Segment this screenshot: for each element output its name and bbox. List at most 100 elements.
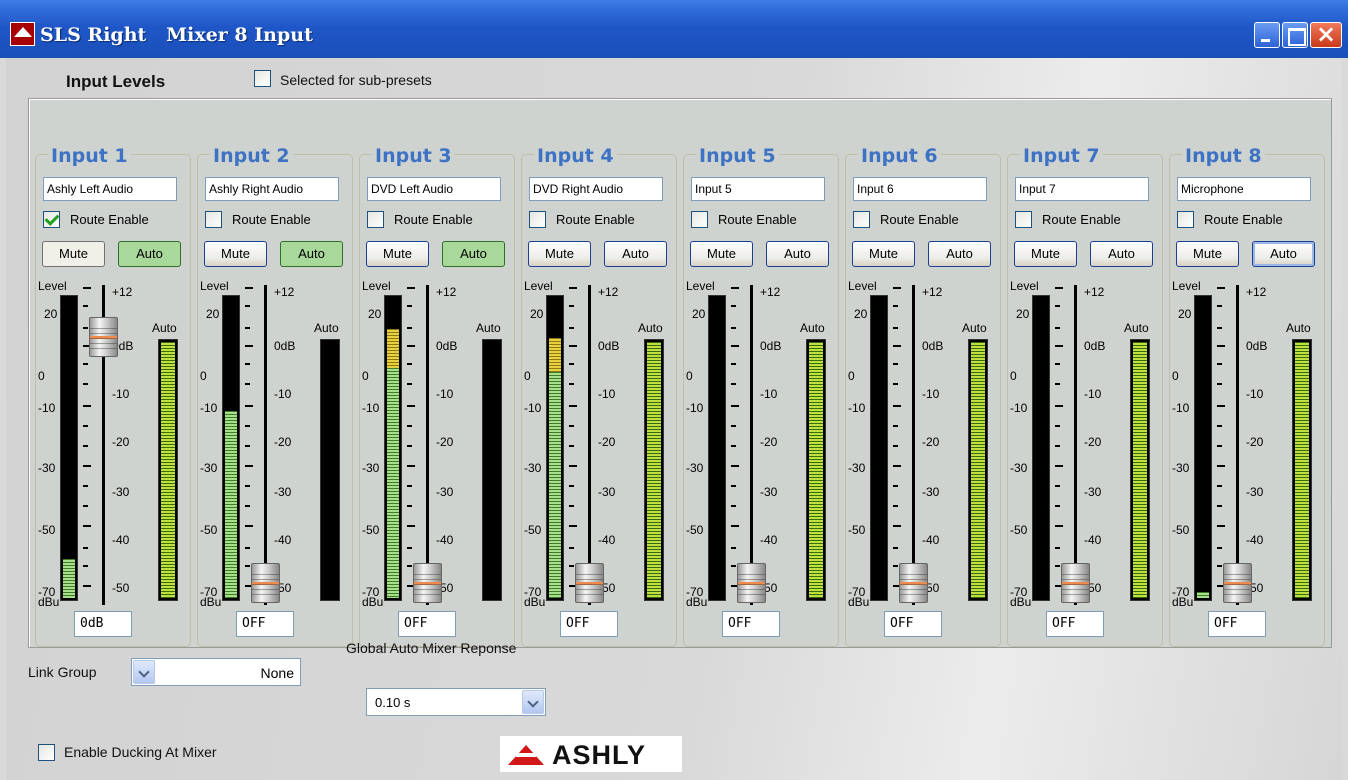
- auto-gain-meter: [1130, 339, 1150, 601]
- fader-tick: [731, 327, 736, 329]
- input-name-field[interactable]: Ashly Right Audio: [205, 177, 339, 201]
- route-enable-checkbox[interactable]: [853, 211, 870, 228]
- auto-button[interactable]: Auto: [1090, 241, 1153, 267]
- route-enable-checkbox[interactable]: [529, 211, 546, 228]
- fader-tick: [83, 505, 88, 507]
- fader-tick: [1055, 547, 1060, 549]
- route-enable-label: Route Enable: [232, 212, 311, 227]
- fader-track[interactable]: [588, 285, 591, 605]
- mute-button[interactable]: Mute: [204, 241, 267, 267]
- auto-button[interactable]: Auto: [442, 241, 505, 267]
- fader-track[interactable]: [264, 285, 267, 605]
- input-name-field[interactable]: Input 7: [1015, 177, 1149, 201]
- mute-button[interactable]: Mute: [528, 241, 591, 267]
- auto-button[interactable]: Auto: [766, 241, 829, 267]
- mute-button[interactable]: Mute: [366, 241, 429, 267]
- auto-mixer-response-dropdown[interactable]: 0.10 s: [366, 688, 546, 716]
- route-enable-checkbox[interactable]: [1177, 211, 1194, 228]
- chevron-down-icon[interactable]: [522, 690, 544, 714]
- fader-knob[interactable]: [251, 563, 280, 603]
- fader-value-field[interactable]: OFF: [722, 611, 780, 637]
- input-name-field[interactable]: DVD Left Audio: [367, 177, 501, 201]
- level-meter: [1194, 295, 1212, 601]
- mute-button[interactable]: Mute: [1176, 241, 1239, 267]
- fader-knob[interactable]: [899, 563, 928, 603]
- fader-knob[interactable]: [413, 563, 442, 603]
- fader-track[interactable]: [1236, 285, 1239, 605]
- meter-scale-label: -70: [200, 585, 218, 599]
- fader-scale-label: -30: [1246, 485, 1264, 499]
- auto-button[interactable]: Auto: [118, 241, 181, 267]
- fader-track[interactable]: [426, 285, 429, 605]
- fader-tick: [83, 287, 91, 289]
- fader-knob[interactable]: [89, 317, 118, 357]
- fader-scale-label: -30: [922, 485, 940, 499]
- fader-knob[interactable]: [737, 563, 766, 603]
- meter-scale-label: 0: [38, 369, 45, 383]
- meter-scale-label: -10: [362, 401, 380, 415]
- level-label: Level: [362, 279, 391, 293]
- auto-meter-label: Auto: [152, 321, 177, 335]
- chevron-down-icon[interactable]: [133, 660, 155, 684]
- fader-track[interactable]: [1074, 285, 1077, 605]
- minimize-button[interactable]: [1254, 22, 1280, 48]
- fader-scale-label: -20: [760, 435, 778, 449]
- level-label: Level: [848, 279, 877, 293]
- route-enable-checkbox[interactable]: [205, 211, 222, 228]
- fader-tick: [1055, 425, 1060, 427]
- auto-button[interactable]: Auto: [1252, 241, 1315, 267]
- fader-value-field[interactable]: OFF: [560, 611, 618, 637]
- auto-button[interactable]: Auto: [280, 241, 343, 267]
- input-name-field[interactable]: Microphone: [1177, 177, 1311, 201]
- fader-knob[interactable]: [575, 563, 604, 603]
- auto-meter-label: Auto: [314, 321, 339, 335]
- input-strip-5: Input 5 Input 5 Route Enable Mute Auto L…: [683, 145, 839, 647]
- auto-button[interactable]: Auto: [604, 241, 667, 267]
- fader-tick: [569, 363, 574, 365]
- link-group-dropdown[interactable]: None: [131, 658, 301, 686]
- route-enable-checkbox[interactable]: [43, 211, 60, 228]
- fader-track[interactable]: [750, 285, 753, 605]
- fader-value-field[interactable]: OFF: [236, 611, 294, 637]
- mute-button[interactable]: Mute: [1014, 241, 1077, 267]
- level-label: Level: [200, 279, 229, 293]
- auto-meter-fill: [971, 342, 985, 598]
- subpreset-checkbox[interactable]: [254, 70, 271, 87]
- input-name-field[interactable]: Input 5: [691, 177, 825, 201]
- input-name-field[interactable]: DVD Right Audio: [529, 177, 663, 201]
- fader-value-field[interactable]: OFF: [1046, 611, 1104, 637]
- route-enable-label: Route Enable: [394, 212, 473, 227]
- fader-tick: [1217, 425, 1222, 427]
- fader-knob[interactable]: [1061, 563, 1090, 603]
- fader-scale-label: -30: [1084, 485, 1102, 499]
- fader-tick: [245, 287, 253, 289]
- window-title: SLS Right Mixer 8 Input: [40, 24, 313, 46]
- input-name-field[interactable]: Input 6: [853, 177, 987, 201]
- mute-button[interactable]: Mute: [690, 241, 753, 267]
- fader-value-field[interactable]: OFF: [1208, 611, 1266, 637]
- fader-tick: [1217, 363, 1222, 365]
- fader-tick: [407, 327, 412, 329]
- mute-button[interactable]: Mute: [42, 241, 105, 267]
- meter-scale-label: -70: [848, 585, 866, 599]
- fader-tick: [245, 485, 250, 487]
- route-enable-checkbox[interactable]: [1015, 211, 1032, 228]
- fader-tick: [731, 485, 736, 487]
- ducking-checkbox[interactable]: [38, 744, 55, 761]
- fader-scale-label: +12: [436, 285, 457, 299]
- input-channels-panel: Input 1 Ashly Left Audio Route Enable Mu…: [28, 98, 1332, 648]
- input-name-field[interactable]: Ashly Left Audio: [43, 177, 177, 201]
- maximize-button[interactable]: [1282, 22, 1308, 48]
- close-button[interactable]: ×: [1310, 20, 1342, 48]
- fader-value-field[interactable]: OFF: [398, 611, 456, 637]
- fader-track[interactable]: [912, 285, 915, 605]
- route-enable-checkbox[interactable]: [367, 211, 384, 228]
- fader-tick: [245, 547, 250, 549]
- fader-value-field[interactable]: 0dB: [74, 611, 132, 637]
- route-enable-checkbox[interactable]: [691, 211, 708, 228]
- fader-knob[interactable]: [1223, 563, 1252, 603]
- auto-button[interactable]: Auto: [928, 241, 991, 267]
- fader-tick: [407, 383, 412, 385]
- mute-button[interactable]: Mute: [852, 241, 915, 267]
- fader-value-field[interactable]: OFF: [884, 611, 942, 637]
